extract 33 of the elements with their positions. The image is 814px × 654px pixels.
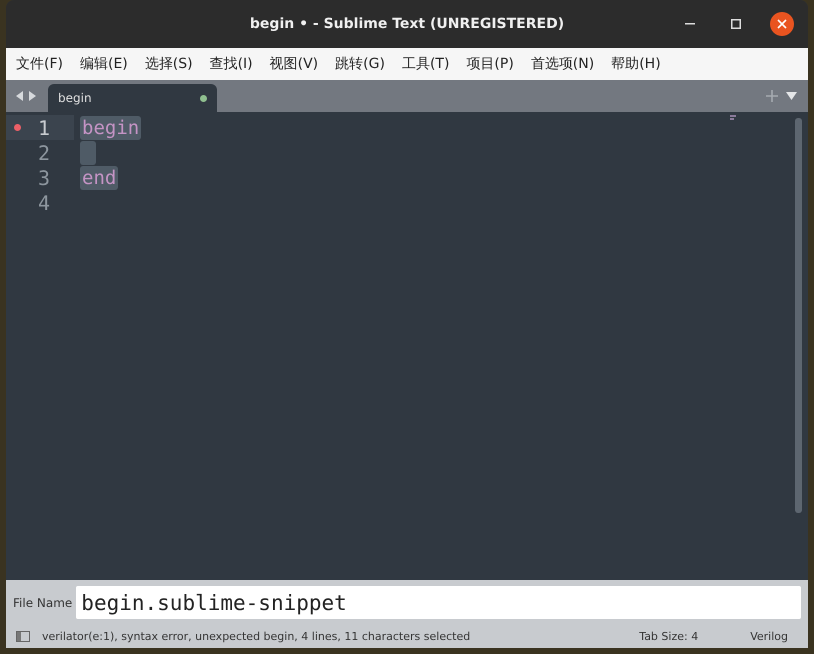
maximize-icon [731, 19, 741, 29]
file-name-field[interactable]: begin.sublime-snippet [76, 586, 801, 619]
tab-size-label[interactable]: Tab Size: 4 [639, 630, 698, 643]
menu-item[interactable]: 选择(S) [138, 55, 200, 73]
scrollbar[interactable] [795, 118, 802, 513]
new-tab-icon[interactable] [766, 90, 778, 102]
menu-item[interactable]: 帮助(H) [604, 55, 668, 73]
menu-item[interactable]: 首选项(N) [524, 55, 602, 73]
tab-nav-arrows-icon[interactable] [16, 91, 38, 101]
file-tab[interactable]: begin [48, 84, 217, 112]
syntax-label[interactable]: Verilog [750, 630, 788, 643]
menu-item[interactable]: 文件(F) [9, 55, 70, 73]
menu-item[interactable]: 编辑(E) [72, 55, 135, 73]
code-text: begin [80, 116, 142, 140]
sidebar-toggle-icon[interactable] [16, 631, 30, 642]
line-number: 4 [38, 190, 50, 214]
close-icon [777, 19, 787, 29]
window-title: begin • - Sublime Text (UNREGISTERED) [250, 16, 564, 32]
code-text: end [80, 166, 118, 190]
line-number: 1 [38, 116, 50, 140]
line-number: 3 [38, 166, 50, 190]
status-message: verilator(e:1), syntax error, unexpected begin, 4 lines, 11 characters selected [42, 630, 470, 643]
menu-item[interactable]: 项目(P) [459, 55, 521, 73]
line-number: 2 [38, 140, 50, 164]
close-button[interactable] [770, 12, 794, 36]
menu-item[interactable]: 工具(T) [394, 55, 456, 73]
field-label: File Name [13, 596, 72, 610]
dropdown-icon[interactable] [786, 92, 797, 100]
minimize-icon [685, 23, 695, 25]
menu-item[interactable]: 视图(V) [262, 55, 326, 73]
menu-item[interactable]: 查找(I) [202, 55, 260, 73]
minimap-icon [730, 115, 736, 121]
menu-item[interactable]: 跳转(G) [328, 55, 392, 73]
